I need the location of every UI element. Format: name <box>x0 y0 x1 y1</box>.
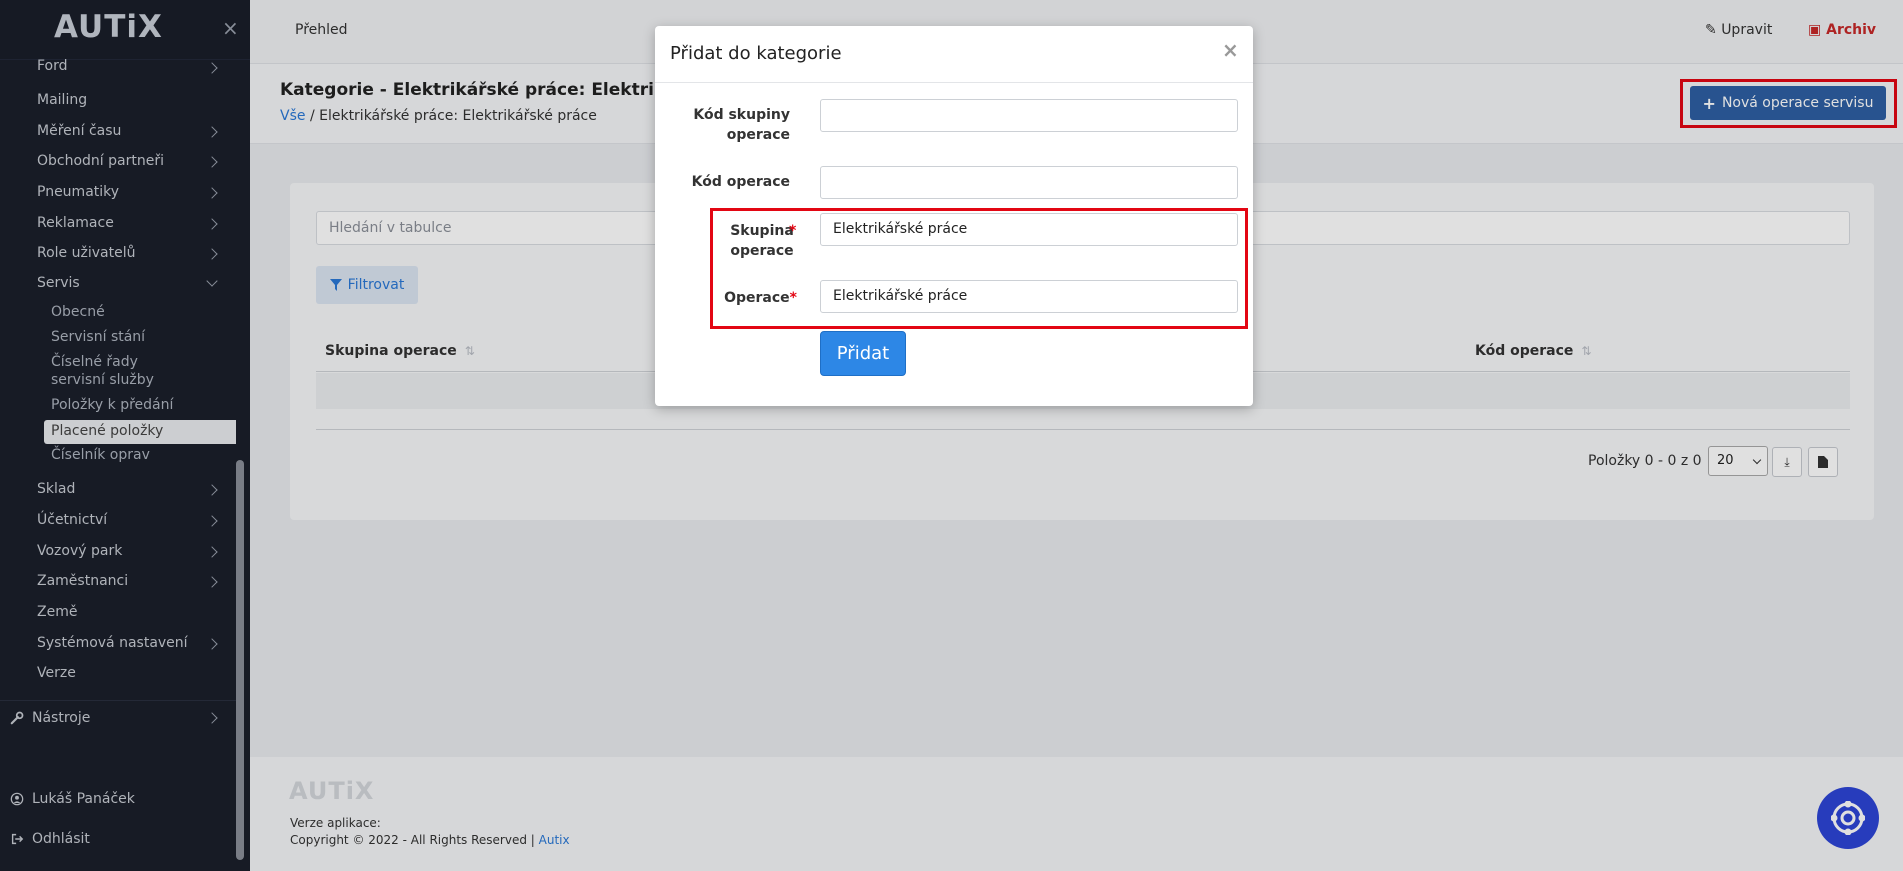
field-label-kod-skupiny-operace: Kód skupiny operace <box>693 107 790 143</box>
add-to-category-modal: Přidat do kategorie × Kód skupiny operac… <box>655 26 1253 406</box>
field-label-kod-operace: Kód operace <box>691 174 790 190</box>
modal-title: Přidat do kategorie <box>670 43 842 64</box>
highlight-box <box>710 208 1248 329</box>
close-icon[interactable]: × <box>1222 38 1239 62</box>
modal-header: Přidat do kategorie × <box>655 26 1253 83</box>
kod-operace-input[interactable] <box>820 166 1238 199</box>
kod-skupiny-operace-input[interactable] <box>820 99 1238 132</box>
add-button[interactable]: Přidat <box>820 331 906 376</box>
